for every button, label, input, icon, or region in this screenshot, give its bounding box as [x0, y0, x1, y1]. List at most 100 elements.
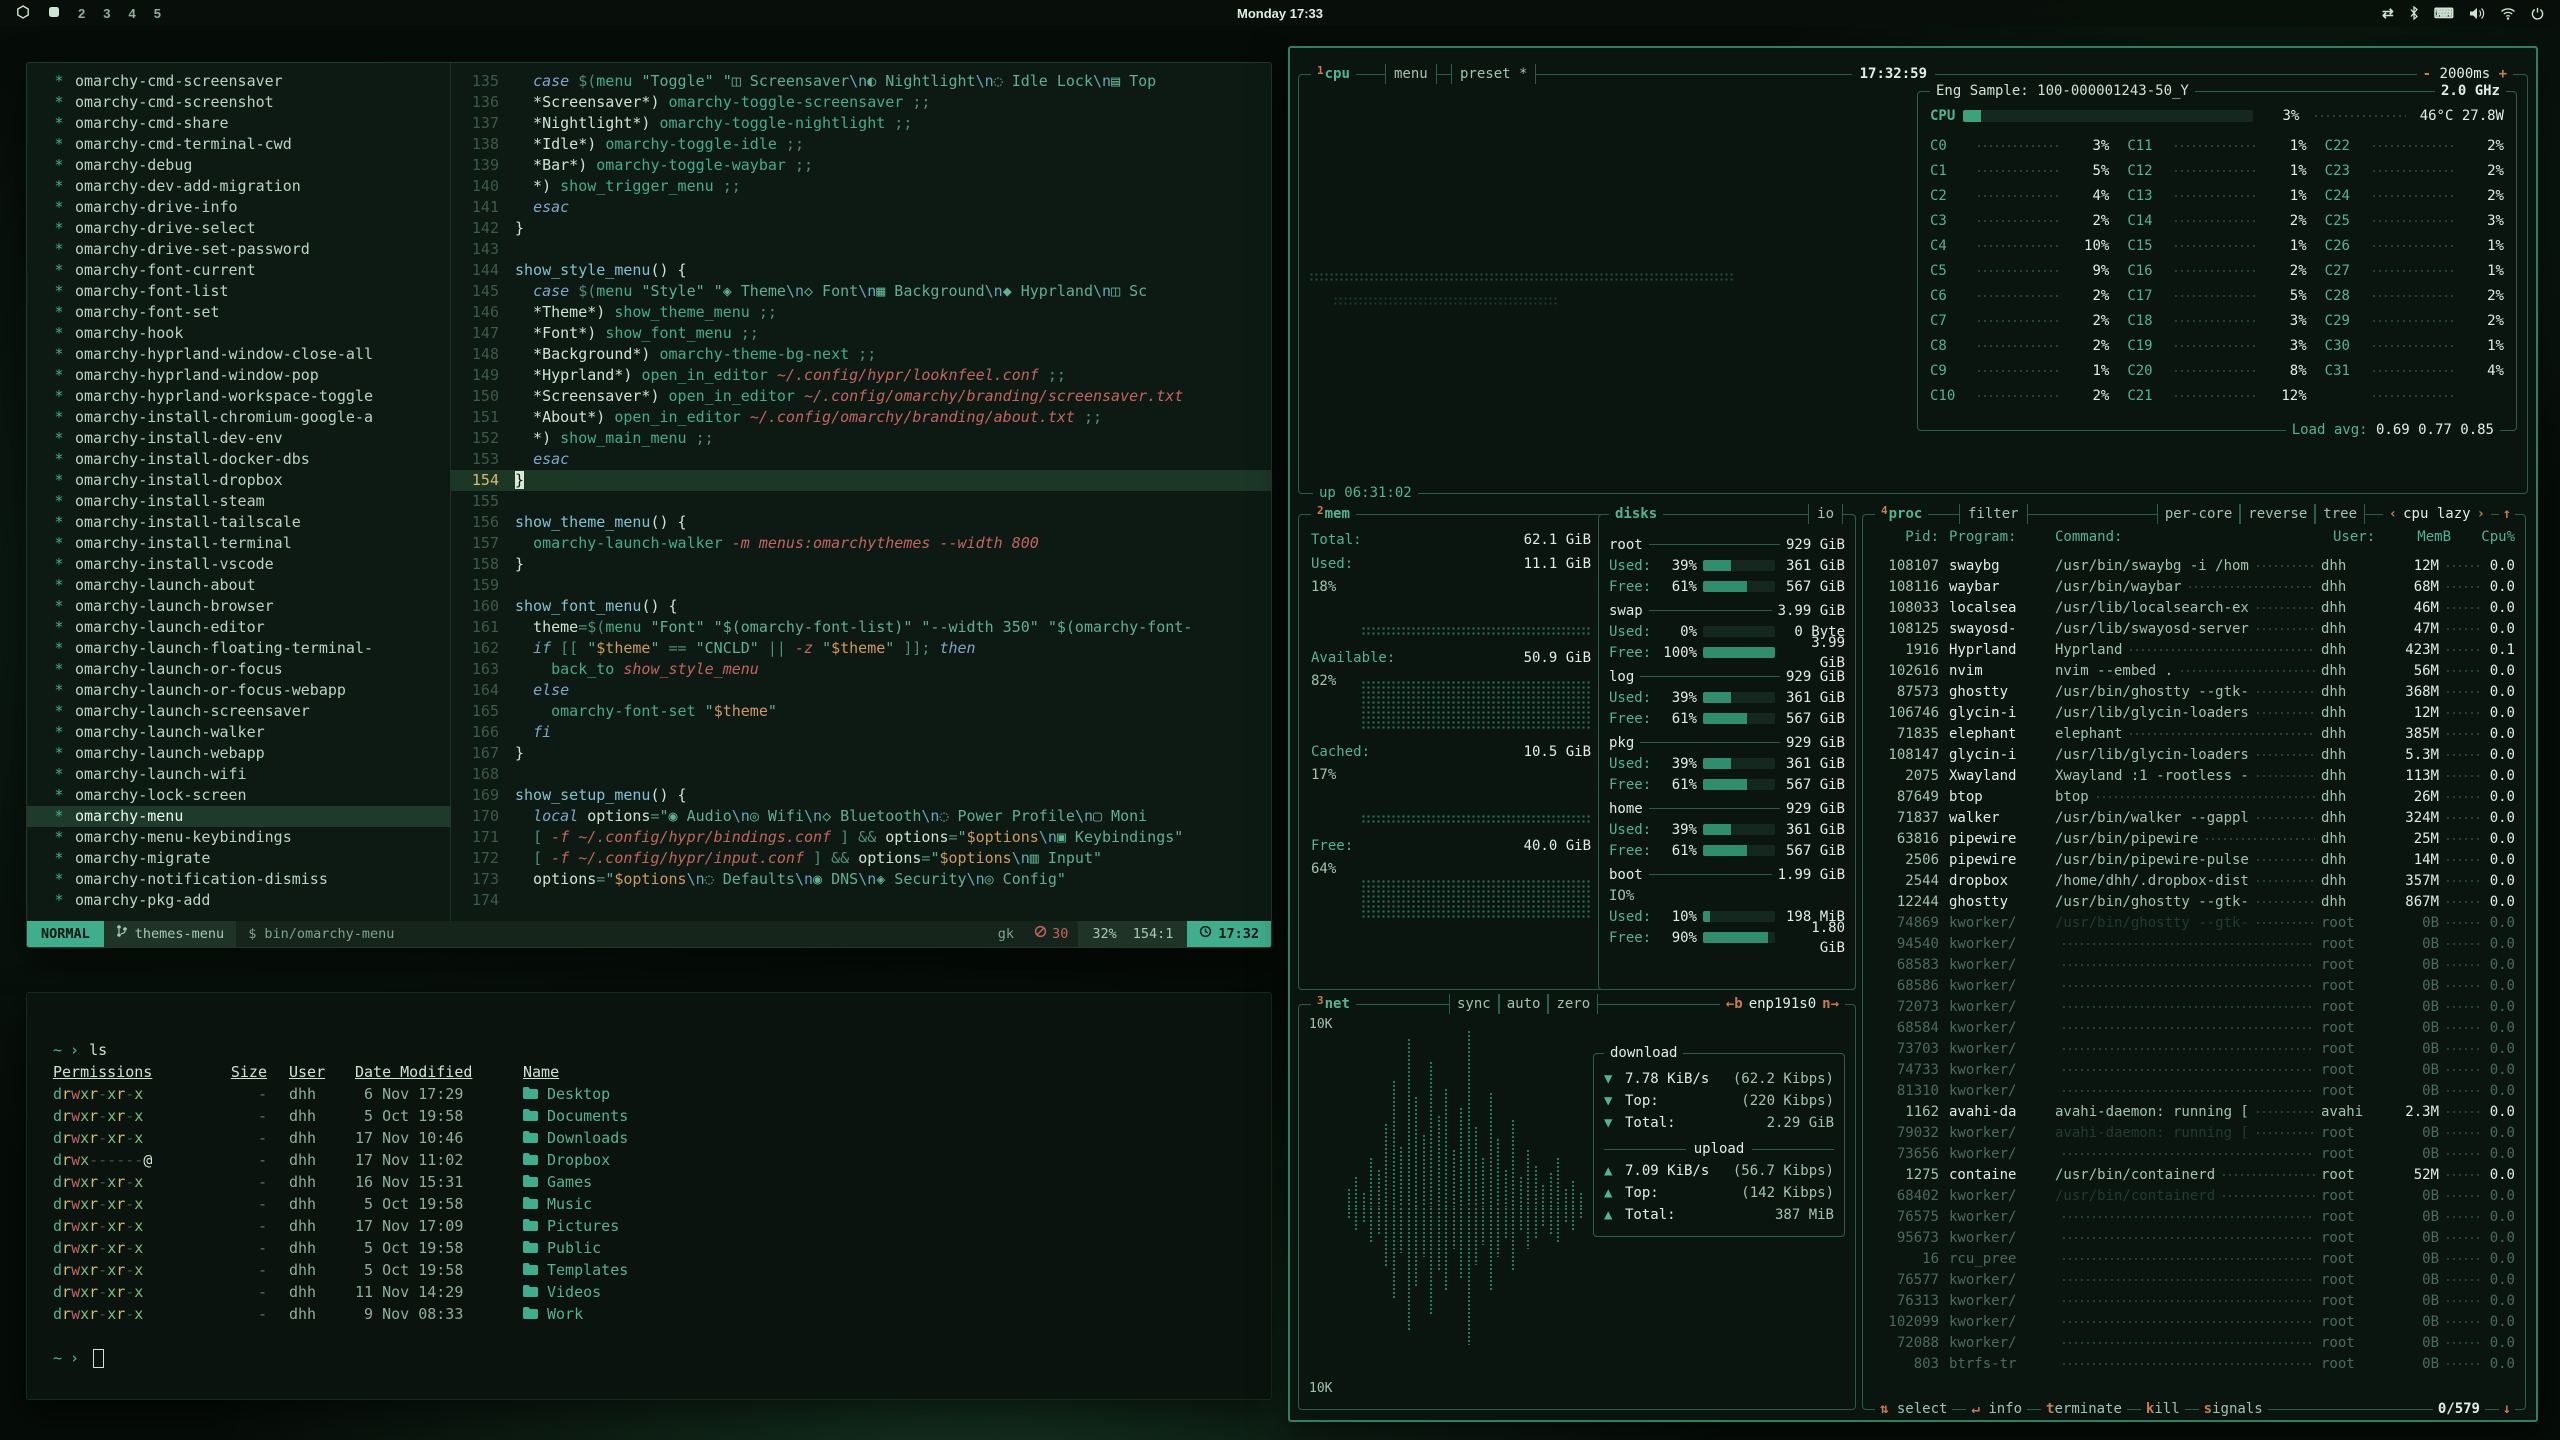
process-row[interactable]: 71835 elephant elephant dhh 385M 0.0	[1873, 723, 2515, 744]
power-icon[interactable]	[2531, 7, 2544, 20]
file-list-item[interactable]: * omarchy-hyprland-window-pop	[53, 365, 450, 386]
omarchy-logo-icon[interactable]	[16, 5, 30, 22]
clock[interactable]: Monday 17:33	[1237, 6, 1323, 21]
process-row[interactable]: 16 rcu_pree root 0B 0.0	[1873, 1248, 2515, 1269]
file-list-item[interactable]: * omarchy-launch-or-focus-webapp	[53, 680, 450, 701]
process-row[interactable]: 1275 containe /usr/bin/containerd root 5…	[1873, 1164, 2515, 1185]
process-row[interactable]: 73703 kworker/ root 0B 0.0	[1873, 1038, 2515, 1059]
file-list-item[interactable]: * omarchy-hyprland-workspace-toggle	[53, 386, 450, 407]
file-list-item[interactable]: * omarchy-install-dev-env	[53, 428, 450, 449]
process-row[interactable]: 108147 glycin-i /usr/lib/glycin-loaders …	[1873, 744, 2515, 765]
process-row[interactable]: 108125 swayosd- /usr/lib/swayosd-server …	[1873, 618, 2515, 639]
proc-mode-button[interactable]: per-core	[2157, 504, 2240, 524]
file-list-item[interactable]: * omarchy-install-terminal	[53, 533, 450, 554]
process-row[interactable]: 108033 localsea /usr/lib/localsearch-ex …	[1873, 597, 2515, 618]
workspace-item[interactable]: 3	[103, 6, 110, 21]
file-list-item[interactable]: * omarchy-launch-walker	[53, 722, 450, 743]
proc-mode-button[interactable]: tree	[2315, 504, 2365, 524]
process-row[interactable]: 76577 kworker/ root 0B 0.0	[1873, 1269, 2515, 1290]
process-row[interactable]: 79032 kworker/ avahi-daemon: running [ r…	[1873, 1122, 2515, 1143]
net-mode-button[interactable]: sync	[1449, 994, 1499, 1014]
file-list-item[interactable]: * omarchy-launch-browser	[53, 596, 450, 617]
proc-hotkey[interactable]: kill	[2141, 1399, 2185, 1419]
process-row[interactable]: 108107 swaybg /usr/bin/swaybg -i /hom dh…	[1873, 555, 2515, 576]
process-row[interactable]: 803 btrfs-tr root 0B 0.0	[1873, 1353, 2515, 1374]
file-list-item[interactable]: * omarchy-install-vscode	[53, 554, 450, 575]
file-list-item[interactable]: * omarchy-cmd-screensaver	[53, 71, 450, 92]
file-list-item[interactable]: * omarchy-debug	[53, 155, 450, 176]
interval-decrease[interactable]: -	[2423, 66, 2431, 82]
process-row[interactable]: 108116 waybar /usr/bin/waybar dhh 68M 0.…	[1873, 576, 2515, 597]
file-list-item[interactable]: * omarchy-install-steam	[53, 491, 450, 512]
process-row[interactable]: 68586 kworker/ root 0B 0.0	[1873, 975, 2515, 996]
file-list-item[interactable]: * omarchy-launch-editor	[53, 617, 450, 638]
terminal-window[interactable]: ~ › ls Permissions Size User Date Modifi…	[26, 992, 1272, 1400]
process-row[interactable]: 81310 kworker/ root 0B 0.0	[1873, 1080, 2515, 1101]
process-row[interactable]: 2506 pipewire /usr/bin/pipewire-pulse dh…	[1873, 849, 2515, 870]
filter-button[interactable]: filter	[1959, 504, 2028, 524]
process-row[interactable]: 87573 ghostty /usr/bin/ghostty --gtk- dh…	[1873, 681, 2515, 702]
workspace-1-active[interactable]	[48, 6, 60, 21]
process-row[interactable]: 72088 kworker/ root 0B 0.0	[1873, 1332, 2515, 1353]
file-list-item[interactable]: * omarchy-font-current	[53, 260, 450, 281]
process-row[interactable]: 1916 Hyprland Hyprland dhh 423M 0.1	[1873, 639, 2515, 660]
file-list-item[interactable]: * omarchy-drive-select	[53, 218, 450, 239]
bluetooth-icon[interactable]	[2409, 6, 2419, 20]
file-list-item[interactable]: * omarchy-launch-wifi	[53, 764, 450, 785]
file-list-item[interactable]: * omarchy-cmd-screenshot	[53, 92, 450, 113]
workspace-item[interactable]: 2	[78, 6, 85, 21]
file-list-item[interactable]: * omarchy-hook	[53, 323, 450, 344]
process-row[interactable]: 12244 ghostty /usr/bin/ghostty --gtk- dh…	[1873, 891, 2515, 912]
menu-button[interactable]: menu	[1385, 64, 1437, 84]
process-row[interactable]: 2544 dropbox /home/dhh/.dropbox-dist dhh…	[1873, 870, 2515, 891]
process-row[interactable]: 94540 kworker/ root 0B 0.0	[1873, 933, 2515, 954]
file-list-item[interactable]: * omarchy-pkg-add	[53, 890, 450, 911]
file-list-item[interactable]: * omarchy-launch-or-focus	[53, 659, 450, 680]
file-list-item[interactable]: * omarchy-launch-floating-terminal-	[53, 638, 450, 659]
process-row[interactable]: 74733 kworker/ root 0B 0.0	[1873, 1059, 2515, 1080]
process-row[interactable]: 76313 kworker/ root 0B 0.0	[1873, 1290, 2515, 1311]
process-row[interactable]: 87649 btop btop dhh 26M 0.0	[1873, 786, 2515, 807]
process-row[interactable]: 71837 walker /usr/bin/walker --gappl dhh…	[1873, 807, 2515, 828]
wifi-icon[interactable]	[2500, 7, 2516, 20]
proc-hotkey[interactable]: ↵ info	[1966, 1399, 2027, 1419]
keyboard-icon[interactable]: ⌨	[2434, 5, 2454, 22]
scroll-down-icon[interactable]: ↓	[2499, 1399, 2515, 1419]
file-list-item[interactable]: * omarchy-launch-about	[53, 575, 450, 596]
net-mode-button[interactable]: zero	[1548, 994, 1598, 1014]
process-row[interactable]: 68402 kworker/ /usr/bin/containerd root …	[1873, 1185, 2515, 1206]
proc-hotkey[interactable]: ⇅ select	[1875, 1399, 1952, 1419]
file-list-item[interactable]: * omarchy-font-set	[53, 302, 450, 323]
process-row[interactable]: 102616 nvim nvim --embed . dhh 56M 0.0	[1873, 660, 2515, 681]
file-list-item[interactable]: * omarchy-font-list	[53, 281, 450, 302]
process-row[interactable]: 63816 pipewire /usr/bin/pipewire dhh 25M…	[1873, 828, 2515, 849]
file-list-item[interactable]: * omarchy-dev-add-migration	[53, 176, 450, 197]
file-list-item[interactable]: * omarchy-drive-info	[53, 197, 450, 218]
file-list-item[interactable]: * omarchy-drive-set-password	[53, 239, 450, 260]
file-list-item[interactable]: * omarchy-menu	[27, 806, 451, 827]
process-row[interactable]: 73656 kworker/ root 0B 0.0	[1873, 1143, 2515, 1164]
process-row[interactable]: 1162 avahi-da avahi-daemon: running [ av…	[1873, 1101, 2515, 1122]
file-list-item[interactable]: * omarchy-notification-dismiss	[53, 869, 450, 890]
proc-hotkey[interactable]: terminate	[2041, 1399, 2127, 1419]
scroll-up-icon[interactable]: ↑	[2499, 504, 2515, 524]
process-row[interactable]: 76575 kworker/ root 0B 0.0	[1873, 1206, 2515, 1227]
file-list-item[interactable]: * omarchy-install-tailscale	[53, 512, 450, 533]
process-row[interactable]: 72073 kworker/ root 0B 0.0	[1873, 996, 2515, 1017]
file-list-item[interactable]: * omarchy-lock-screen	[53, 785, 450, 806]
interval-increase[interactable]: +	[2499, 66, 2507, 82]
workspace-item[interactable]: 4	[128, 6, 135, 21]
file-list-item[interactable]: * omarchy-install-dropbox	[53, 470, 450, 491]
file-list-item[interactable]: * omarchy-cmd-share	[53, 113, 450, 134]
file-list-item[interactable]: * omarchy-menu-keybindings	[53, 827, 450, 848]
preset-button[interactable]: preset *	[1451, 64, 1536, 84]
file-list-item[interactable]: * omarchy-migrate	[53, 848, 450, 869]
process-row[interactable]: 68584 kworker/ root 0B 0.0	[1873, 1017, 2515, 1038]
process-row[interactable]: 68583 kworker/ root 0B 0.0	[1873, 954, 2515, 975]
process-row[interactable]: 106746 glycin-i /usr/lib/glycin-loaders …	[1873, 702, 2515, 723]
volume-icon[interactable]	[2469, 7, 2485, 20]
file-list-item[interactable]: * omarchy-launch-webapp	[53, 743, 450, 764]
process-row[interactable]: 95673 kworker/ root 0B 0.0	[1873, 1227, 2515, 1248]
file-list-item[interactable]: * omarchy-cmd-terminal-cwd	[53, 134, 450, 155]
process-row[interactable]: 74869 kworker/ /usr/bin/ghostty --gtk- r…	[1873, 912, 2515, 933]
